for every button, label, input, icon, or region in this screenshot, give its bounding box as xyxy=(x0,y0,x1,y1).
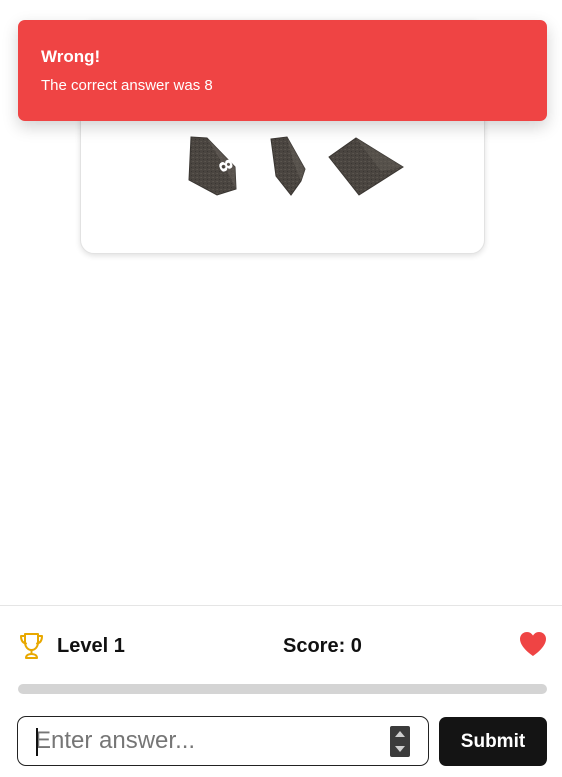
trophy-icon xyxy=(20,633,43,659)
status-row: Level 1 Score: 0 xyxy=(0,628,562,664)
bottom-bar: Level 1 Score: 0 Submit xyxy=(0,605,562,777)
level-label: Level 1 xyxy=(57,635,125,657)
toast-message: The correct answer was 8 xyxy=(41,77,213,94)
die-3 xyxy=(328,137,404,196)
answer-field[interactable] xyxy=(17,716,429,766)
heart-icon xyxy=(520,632,546,656)
number-spinner[interactable] xyxy=(390,726,410,757)
increment-arrow-icon[interactable] xyxy=(390,726,410,741)
error-toast: Wrong! The correct answer was 8 xyxy=(18,20,547,121)
answer-input[interactable] xyxy=(35,724,385,758)
die-1: 8 xyxy=(188,136,237,196)
score-label: Score: 0 xyxy=(283,635,362,657)
submit-button[interactable]: Submit xyxy=(439,717,547,766)
progress-bar xyxy=(18,684,547,694)
text-caret xyxy=(36,728,38,756)
die-2 xyxy=(270,136,306,196)
toast-title: Wrong! xyxy=(41,47,101,66)
decrement-arrow-icon[interactable] xyxy=(390,742,410,757)
